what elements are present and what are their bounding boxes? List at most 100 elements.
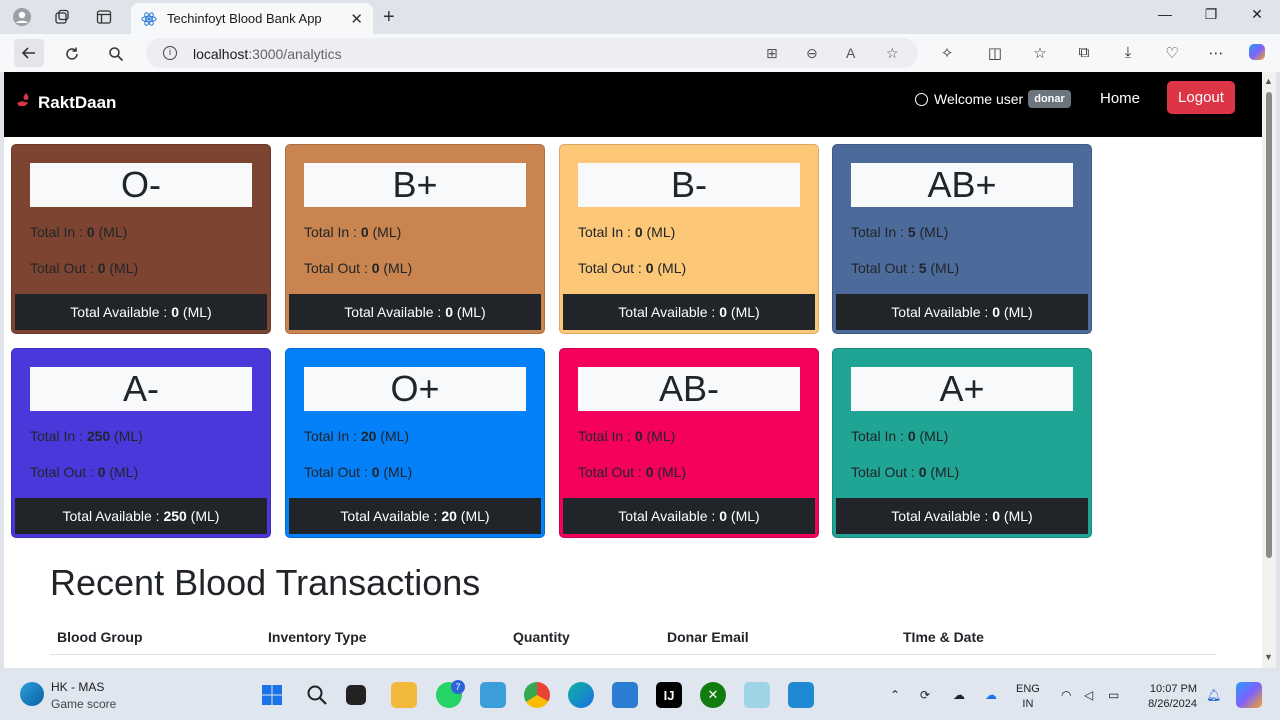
blood-drop-hand-icon bbox=[16, 92, 32, 113]
role-badge: donar bbox=[1028, 90, 1071, 108]
table-header-row: Blood Group Inventory Type Quantity Dona… bbox=[50, 620, 1216, 655]
browser-tab-active[interactable]: Techinfoyt Blood Bank App ✕ bbox=[131, 3, 373, 34]
blood-group-name: A- bbox=[30, 367, 252, 411]
total-available-footer: Total Available : 0 (ML) bbox=[563, 294, 815, 330]
tab-actions-icon[interactable] bbox=[94, 7, 114, 27]
weather-widget-icon[interactable] bbox=[20, 682, 44, 706]
copilot-pre-icon[interactable] bbox=[1236, 682, 1262, 708]
onedrive-icon[interactable]: ☁ bbox=[985, 688, 997, 702]
file-explorer-icon[interactable] bbox=[391, 682, 417, 708]
total-available-footer: Total Available : 0 (ML) bbox=[836, 498, 1088, 534]
column-header: Inventory Type bbox=[261, 620, 506, 655]
cloud-icon[interactable]: ☁ bbox=[953, 688, 965, 702]
search-icon[interactable] bbox=[105, 43, 127, 65]
new-tab-icon[interactable]: + bbox=[383, 6, 395, 29]
browser-essentials-icon[interactable]: ♡ bbox=[1162, 44, 1182, 62]
scroll-up-icon[interactable]: ▲ bbox=[1264, 76, 1273, 86]
total-available-footer: Total Available : 250 (ML) bbox=[15, 498, 267, 534]
blood-group-card: O- Total In : 0 (ML) Total Out : 0 (ML) Tot… bbox=[11, 144, 271, 334]
brand-name: RaktDaan bbox=[38, 92, 117, 112]
language-code: ENG bbox=[1016, 683, 1040, 695]
blood-group-name: A+ bbox=[851, 367, 1073, 411]
brand[interactable]: RaktDaan bbox=[16, 92, 116, 113]
favorite-star-icon[interactable]: ☆ bbox=[886, 45, 899, 62]
total-in-line: Total In : 0 (ML) bbox=[304, 224, 402, 240]
total-in-line: Total In : 0 (ML) bbox=[851, 428, 949, 444]
blood-group-card: O+ Total In : 20 (ML) Total Out : 0 (ML) To… bbox=[285, 348, 545, 538]
intellij-icon[interactable]: IJ bbox=[656, 682, 682, 708]
collections-icon[interactable]: ⧉ bbox=[1074, 44, 1094, 61]
recent-transactions-title: Recent Blood Transactions bbox=[50, 562, 481, 603]
sync-icon[interactable]: ⟳ bbox=[920, 688, 930, 702]
wifi-icon[interactable]: ◠ bbox=[1061, 688, 1071, 702]
extensions-icon[interactable]: ✧ bbox=[937, 44, 957, 62]
start-icon[interactable] bbox=[259, 682, 285, 708]
total-out-line: Total Out : 0 (ML) bbox=[30, 464, 139, 480]
address-bar[interactable]: i localhost:3000/analytics ⊞ ⊖ A ☆ bbox=[146, 38, 918, 68]
window-close-icon[interactable]: ✕ bbox=[1247, 6, 1267, 23]
logout-button[interactable]: Logout bbox=[1167, 81, 1235, 114]
copilot-icon[interactable] bbox=[1247, 42, 1267, 66]
time: 10:07 PM bbox=[1149, 683, 1197, 695]
split-screen-icon[interactable]: ◫ bbox=[985, 44, 1005, 62]
site-info-icon[interactable]: i bbox=[163, 46, 177, 60]
total-out-line: Total Out : 0 (ML) bbox=[578, 260, 687, 276]
task-view-icon[interactable] bbox=[346, 685, 366, 705]
blood-group-card: AB+ Total In : 5 (ML) Total Out : 5 (ML) To… bbox=[832, 144, 1092, 334]
tray-chevron-icon[interactable]: ⌃ bbox=[890, 688, 900, 702]
total-out-line: Total Out : 0 (ML) bbox=[304, 464, 413, 480]
tab-close-icon[interactable]: ✕ bbox=[350, 10, 363, 28]
widget-subtitle[interactable]: Game score bbox=[51, 697, 116, 711]
search-icon[interactable] bbox=[304, 682, 330, 708]
xbox-icon[interactable]: ✕ bbox=[700, 682, 726, 708]
back-icon[interactable] bbox=[14, 39, 44, 67]
total-in-line: Total In : 0 (ML) bbox=[578, 224, 676, 240]
total-available-footer: Total Available : 0 (ML) bbox=[836, 294, 1088, 330]
more-options-icon[interactable]: ⋯ bbox=[1206, 44, 1226, 62]
battery-icon[interactable]: ▭ bbox=[1108, 688, 1119, 702]
read-aloud-icon[interactable]: A bbox=[846, 45, 855, 61]
scroll-down-icon[interactable]: ▼ bbox=[1264, 652, 1273, 662]
zoom-icon[interactable]: ⊖ bbox=[806, 45, 818, 62]
blood-group-name: AB+ bbox=[851, 163, 1073, 207]
chrome-icon[interactable] bbox=[524, 682, 550, 708]
total-out-line: Total Out : 5 (ML) bbox=[851, 260, 960, 276]
mail-icon[interactable] bbox=[612, 682, 638, 708]
vscode-icon[interactable] bbox=[788, 682, 814, 708]
react-favicon-icon bbox=[141, 11, 157, 26]
edge-icon[interactable] bbox=[568, 682, 594, 708]
copilot-app-icon[interactable] bbox=[744, 682, 770, 708]
widget-title[interactable]: HK - MAS bbox=[51, 680, 104, 694]
total-available-footer: Total Available : 20 (ML) bbox=[289, 498, 541, 534]
total-in-line: Total In : 0 (ML) bbox=[30, 224, 128, 240]
scroll-thumb[interactable] bbox=[1266, 92, 1272, 558]
minimize-icon[interactable]: — bbox=[1155, 6, 1175, 22]
volume-icon[interactable]: ◁ bbox=[1084, 688, 1093, 702]
workspaces-icon[interactable] bbox=[52, 7, 72, 27]
url-text[interactable]: localhost:3000/analytics bbox=[193, 46, 342, 62]
clock[interactable]: 10:07 PM 8/26/2024 bbox=[1140, 682, 1197, 712]
tab-title: Techinfoyt Blood Bank App bbox=[167, 11, 322, 26]
blood-group-card: B+ Total In : 0 (ML) Total Out : 0 (ML) Tot… bbox=[285, 144, 545, 334]
total-available-footer: Total Available : 0 (ML) bbox=[289, 294, 541, 330]
profile-icon[interactable] bbox=[12, 7, 32, 27]
region-code: IN bbox=[1022, 698, 1034, 710]
restore-icon[interactable]: ❐ bbox=[1201, 6, 1221, 23]
total-in-line: Total In : 250 (ML) bbox=[30, 428, 143, 444]
date: 8/26/2024 bbox=[1148, 698, 1197, 710]
column-header: Donar Email bbox=[660, 620, 896, 655]
user-circle-icon bbox=[915, 92, 928, 106]
total-in-line: Total In : 0 (ML) bbox=[578, 428, 676, 444]
refresh-icon[interactable] bbox=[61, 43, 83, 65]
column-header: Quantity bbox=[506, 620, 660, 655]
favorites-icon[interactable]: ☆ bbox=[1030, 44, 1050, 62]
browser-titlebar: Techinfoyt Blood Bank App ✕ + — ❐ ✕ bbox=[0, 0, 1280, 34]
notification-bell-icon[interactable]: 🔔︎ bbox=[1206, 688, 1221, 702]
downloads-icon[interactable]: ⤓ bbox=[1118, 44, 1138, 61]
app-available-icon[interactable]: ⊞ bbox=[766, 45, 778, 62]
language-indicator[interactable]: ENG IN bbox=[1016, 682, 1040, 712]
photos-icon[interactable] bbox=[480, 682, 506, 708]
page-scrollbar[interactable]: ▲ ▼ bbox=[1262, 72, 1276, 668]
total-out-line: Total Out : 0 (ML) bbox=[851, 464, 960, 480]
home-link[interactable]: Home bbox=[1100, 90, 1140, 107]
